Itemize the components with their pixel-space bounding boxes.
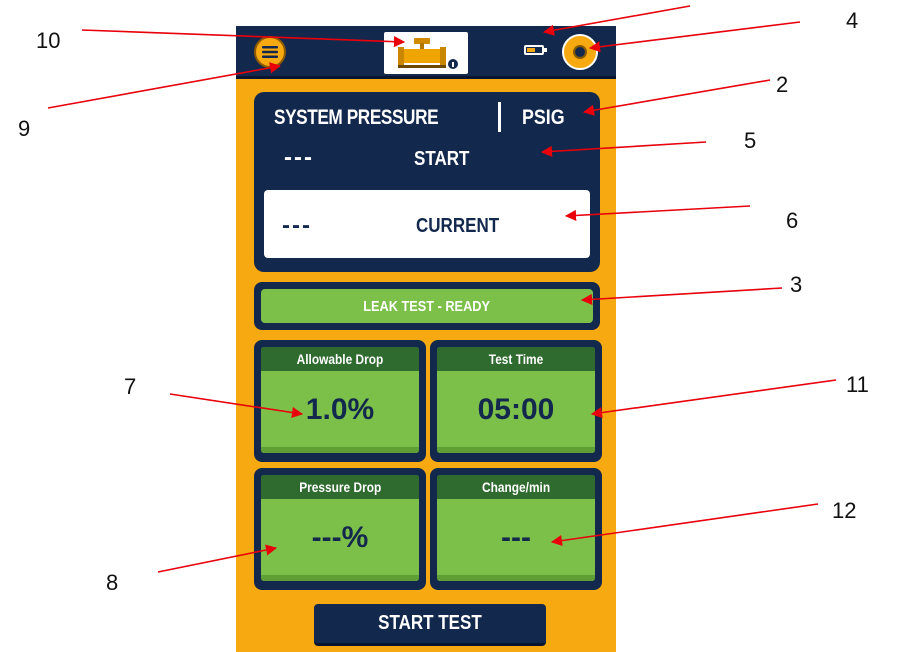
status-indicator: LEAK TEST - READY: [261, 289, 593, 323]
pressure-drop-label: Pressure Drop: [298, 479, 381, 495]
tile-body: Allowable Drop 1.0%: [261, 347, 419, 453]
status-text: LEAK TEST - READY: [363, 297, 491, 315]
current-pressure-label: CURRENT: [416, 215, 500, 237]
test-time-label: Test Time: [488, 351, 544, 367]
allowable-drop-label: Allowable Drop: [296, 351, 384, 367]
callout-7: 7: [124, 374, 137, 399]
top-bar: [236, 26, 616, 79]
hamburger-menu-icon: [262, 46, 278, 58]
callout-9: 9: [18, 116, 31, 141]
title-separator: [498, 102, 501, 132]
tile-body: Pressure Drop ---%: [261, 475, 419, 581]
system-pressure-panel: SYSTEM PRESSURE PSIG --- START --- CURRE…: [254, 92, 600, 272]
tile-footer: [437, 447, 595, 453]
callout-4: 4: [846, 8, 859, 33]
callout-10: 10: [36, 28, 61, 53]
callout-8: 8: [106, 570, 119, 595]
tile-header: Pressure Drop: [261, 475, 419, 499]
start-test-label: START TEST: [378, 612, 482, 634]
settings-button[interactable]: [562, 34, 598, 70]
change-per-min-tile: Change/min ---: [430, 468, 602, 590]
battery-icon: [524, 45, 547, 55]
start-pressure-value: ---: [284, 144, 314, 171]
tile-footer: [261, 447, 419, 453]
start-test-button[interactable]: START TEST: [314, 604, 546, 646]
callout-3: 3: [790, 272, 803, 297]
tile-header: Change/min: [437, 475, 595, 499]
tile-footer: [261, 575, 419, 581]
callout-2: 2: [776, 72, 789, 97]
current-pressure-box: --- CURRENT: [264, 190, 590, 258]
tile-header: Test Time: [437, 347, 595, 371]
arrow-11: [590, 379, 837, 419]
tile-footer: [437, 575, 595, 581]
test-time-tile[interactable]: Test Time 05:00: [430, 340, 602, 462]
tile-body: Test Time 05:00: [437, 347, 595, 453]
allowable-drop-value: 1.0%: [305, 393, 375, 426]
pressure-drop-value: ---%: [311, 521, 369, 554]
app-screen: SYSTEM PRESSURE PSIG --- START --- CURRE…: [236, 26, 616, 652]
tile-header: Allowable Drop: [261, 347, 419, 371]
pressure-drop-tile: Pressure Drop ---%: [254, 468, 426, 590]
menu-button[interactable]: [254, 36, 286, 68]
start-pressure-label: START: [414, 148, 470, 170]
tile-body: Change/min ---: [437, 475, 595, 581]
callout-5: 5: [744, 128, 757, 153]
arrow-4: [588, 21, 801, 53]
pressure-unit: PSIG: [522, 106, 565, 129]
pipe-valve-logo-icon: [398, 38, 458, 69]
pressure-title: SYSTEM PRESSURE: [274, 106, 439, 129]
allowable-drop-tile[interactable]: Allowable Drop 1.0%: [254, 340, 426, 462]
callout-6: 6: [786, 208, 799, 233]
callout-12: 12: [832, 498, 857, 523]
callout-11: 11: [846, 372, 869, 397]
change-per-min-label: Change/min: [481, 479, 551, 495]
current-pressure-value: ---: [282, 212, 312, 239]
change-per-min-value: ---: [501, 521, 531, 554]
info-logo-button[interactable]: [384, 32, 468, 74]
test-time-value: 05:00: [477, 393, 555, 426]
leak-test-status: LEAK TEST - READY: [254, 282, 600, 330]
